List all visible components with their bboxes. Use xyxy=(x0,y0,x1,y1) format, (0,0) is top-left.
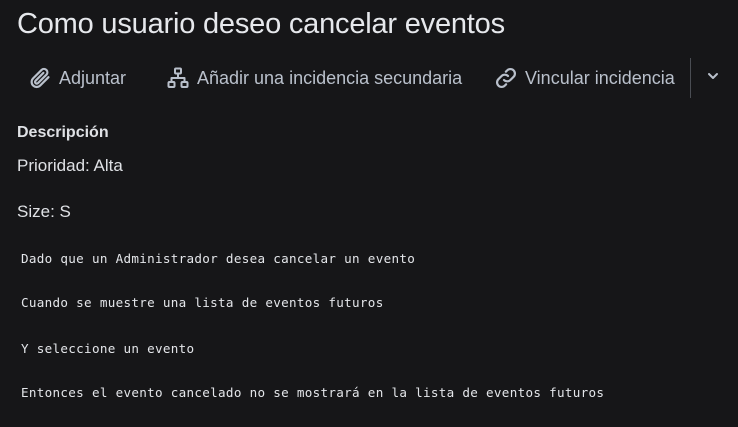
issue-toolbar: Adjuntar Añadir una incidencia secundari… xyxy=(0,58,738,98)
issue-title[interactable]: Como usuario deseo cancelar eventos xyxy=(17,8,505,41)
description-heading: Descripción xyxy=(17,124,109,141)
toolbar-divider xyxy=(690,58,691,98)
attach-button[interactable]: Adjuntar xyxy=(28,58,126,98)
description-priority: Prioridad: Alta xyxy=(17,156,123,175)
code-line: Dado que un Administrador desea cancelar… xyxy=(21,251,416,266)
link-issue-button[interactable]: Vincular incidencia xyxy=(494,58,675,98)
attach-button-label: Adjuntar xyxy=(59,67,127,88)
chevron-down-icon xyxy=(706,69,720,88)
code-line: Cuando se muestre una lista de eventos f… xyxy=(21,295,384,310)
link-issue-label: Vincular incidencia xyxy=(525,67,675,88)
add-child-issue-label: Añadir una incidencia secundaria xyxy=(197,67,463,88)
add-child-issue-button[interactable]: Añadir una incidencia secundaria xyxy=(166,58,462,98)
paperclip-icon xyxy=(28,66,52,90)
more-actions-button[interactable] xyxy=(700,58,726,98)
description-size: Size: S xyxy=(17,202,71,221)
code-line: Entonces el evento cancelado no se mostr… xyxy=(21,385,605,400)
code-line: Y seleccione un evento xyxy=(21,341,195,356)
link-icon xyxy=(494,66,518,90)
hierarchy-icon xyxy=(166,66,190,90)
